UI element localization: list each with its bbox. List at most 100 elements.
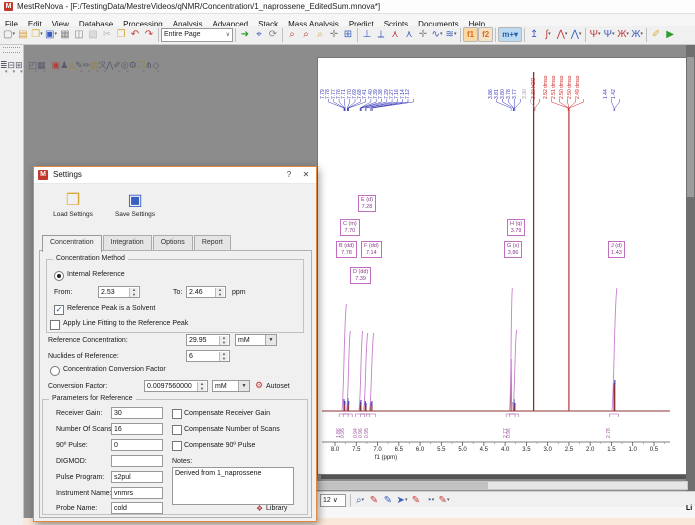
digmod-field[interactable] — [111, 455, 163, 467]
analysis-3-icon[interactable]: Ж▾ — [616, 27, 630, 42]
red-pen-3-icon[interactable]: ✎▾ — [437, 493, 451, 508]
title-block-icon[interactable]: ▣ — [52, 60, 61, 70]
undo-icon[interactable]: ↶ — [128, 27, 142, 42]
conversion-factor-radio[interactable] — [50, 366, 60, 376]
report-tool-icon[interactable]: ▤▾ — [90, 60, 99, 70]
page-layout-icon[interactable]: ≣▾ — [0, 60, 8, 70]
from-field[interactable]: 2.53 ▲▼ — [98, 286, 140, 298]
edit-script-icon[interactable]: ✐ — [649, 27, 663, 42]
reference-concentration-spinner[interactable]: ▲▼ — [219, 336, 228, 345]
internal-reference-radio[interactable] — [54, 271, 64, 281]
compensate-scans-checkbox[interactable] — [172, 425, 182, 435]
notes-textarea[interactable]: Derived from 1_naprossene — [172, 467, 294, 505]
redo-icon[interactable]: ↷ — [142, 27, 156, 42]
dialog-close-button[interactable]: ✕ — [299, 169, 313, 181]
horizontal-scrollbar-thumb[interactable] — [318, 482, 488, 489]
pulse-90-field[interactable]: 0 — [111, 439, 163, 451]
analysis-1-icon[interactable]: Ψ▾ — [588, 27, 602, 42]
zoom-out-icon[interactable]: ⌕ — [299, 27, 313, 42]
fit-page-icon[interactable]: ➜ — [238, 27, 252, 42]
settings-dialog-titlebar[interactable]: M Settings ? ✕ — [34, 167, 316, 184]
copy-icon[interactable]: ❐ — [114, 27, 128, 42]
assignment-box[interactable]: H (q)3.79 — [507, 219, 525, 236]
tab-concentration[interactable]: Concentration — [42, 235, 102, 252]
annotation-list-icon[interactable]: ⊞▾ — [15, 60, 23, 70]
open-file-icon[interactable]: ❒▾ — [30, 27, 44, 42]
script-tool-icon[interactable]: ℛ▾ — [99, 60, 106, 70]
tab-report[interactable]: Report — [194, 235, 231, 250]
f2-mode-button[interactable]: f2 — [478, 27, 493, 42]
print-icon[interactable]: ▦ — [58, 27, 72, 42]
cut-icon[interactable]: ✂ — [100, 27, 114, 42]
settings-tool-icon[interactable]: ⚙ — [129, 60, 137, 70]
reference-peak-solvent-checkbox[interactable]: ✓ — [54, 305, 64, 315]
assignment-box[interactable]: D (dd)7.39 — [350, 267, 371, 284]
save-icon[interactable]: ▣▾ — [44, 27, 58, 42]
copy-format-icon[interactable]: ❐▾ — [137, 60, 145, 70]
reference-concentration-field[interactable]: 29.95 ▲▼ — [186, 334, 230, 346]
item-list-icon[interactable]: ⊟▾ — [8, 60, 16, 70]
new-page-icon[interactable]: ▤ — [16, 27, 30, 42]
autoset-button[interactable]: Autoset — [266, 383, 290, 390]
assignment-box[interactable]: C (m)7.70 — [340, 219, 360, 236]
draw-tool-icon[interactable]: ✐▾ — [113, 60, 121, 70]
crosshair-icon[interactable]: ✛ — [416, 27, 430, 42]
full-view-icon[interactable]: ⊞ — [341, 27, 355, 42]
tab-integration[interactable]: Integration — [103, 235, 152, 250]
zoom-in-icon[interactable]: ⌕ — [285, 27, 299, 42]
assignment-box[interactable]: J (d)1.43 — [608, 241, 625, 258]
apply-line-fitting-checkbox[interactable] — [50, 320, 60, 330]
overlay-plot-icon[interactable]: ≋▾ — [444, 27, 458, 42]
library-button[interactable]: Library — [266, 505, 287, 512]
analysis-4-icon[interactable]: Ж▾ — [630, 27, 644, 42]
manual-threshold-icon[interactable]: ⋏ — [388, 27, 402, 42]
compensate-pulse-checkbox[interactable] — [172, 441, 182, 451]
instrument-name-field[interactable]: vnmrs — [111, 487, 163, 499]
auto-threshold-icon[interactable]: ⋏ — [402, 27, 416, 42]
blue-pen-icon[interactable]: ✎ — [381, 493, 395, 508]
zoom-selection-icon[interactable]: ⌕ — [313, 27, 327, 42]
zoom-tool-icon[interactable]: ⌕▾ — [353, 493, 367, 508]
toolbar-drag-handle[interactable] — [3, 47, 20, 53]
from-spinner[interactable]: ▲▼ — [129, 288, 138, 297]
run-script-icon[interactable]: ▶ — [663, 27, 677, 42]
new-document-icon[interactable]: ▢▾ — [2, 27, 16, 42]
web-tool-icon[interactable]: ◎▾ — [121, 60, 129, 70]
peak-picking-icon[interactable]: ↥ — [527, 27, 541, 42]
analysis-2-icon[interactable]: Ψ▾ — [602, 27, 616, 42]
print-preview-icon[interactable]: ◫ — [72, 27, 86, 42]
nuclides-spinner[interactable]: ▲▼ — [219, 352, 228, 361]
reference-concentration-unit-combo[interactable]: mM ▼ — [235, 334, 277, 346]
number-of-scans-field[interactable]: 16 — [111, 423, 163, 435]
table-tool-icon[interactable]: ▦▾ — [37, 60, 46, 70]
stack-plot-icon[interactable]: ∿▾ — [430, 27, 444, 42]
shape-tool-icon[interactable]: ◇▾ — [152, 60, 159, 70]
paste-icon[interactable]: ▧ — [86, 27, 100, 42]
compensate-receiver-gain-checkbox[interactable] — [172, 409, 182, 419]
multiplet-mode-button[interactable]: m+▾ — [498, 27, 522, 42]
assignment-box[interactable]: E (d)7.28 — [358, 195, 376, 212]
red-pen-2-icon[interactable]: ✎ — [409, 493, 423, 508]
assignment-box[interactable]: G (s)3.86 — [504, 241, 522, 258]
vertical-scrollbar-thumb[interactable] — [687, 57, 694, 197]
assignment-box[interactable]: F (dd)7.14 — [361, 241, 382, 258]
save-settings-button[interactable]: ▣ Save Settings — [106, 191, 164, 231]
pulse-program-field[interactable]: s2pul — [111, 471, 163, 483]
red-pen-icon[interactable]: ✎ — [367, 493, 381, 508]
assignment-box[interactable]: B (dd)7.78 — [336, 241, 357, 258]
tab-options[interactable]: Options — [153, 235, 193, 250]
nuclides-field[interactable]: 6 ▲▼ — [186, 350, 230, 362]
frame-tool-icon[interactable]: ◰▾ — [29, 60, 38, 70]
refresh-icon[interactable]: ⟳ — [266, 27, 280, 42]
conversion-factor-unit-combo[interactable]: mM ▼ — [212, 380, 250, 392]
peaks-down-icon[interactable]: ⟂ — [374, 27, 388, 42]
cursor-tool-icon[interactable]: ➤▾ — [395, 493, 409, 508]
load-settings-button[interactable]: ❒ Load Settings — [44, 191, 102, 231]
conversion-factor-spinner[interactable]: ▲▼ — [197, 382, 206, 391]
probe-name-field[interactable]: cold — [111, 502, 163, 514]
to-spinner[interactable]: ▲▼ — [215, 288, 224, 297]
receiver-gain-field[interactable]: 30 — [111, 407, 163, 419]
f1-mode-button[interactable]: f1 — [463, 27, 478, 42]
page-zoom-combo[interactable]: Entire Page∨ — [161, 28, 233, 42]
pen-tool-icon[interactable]: ✎▾ — [75, 60, 83, 70]
